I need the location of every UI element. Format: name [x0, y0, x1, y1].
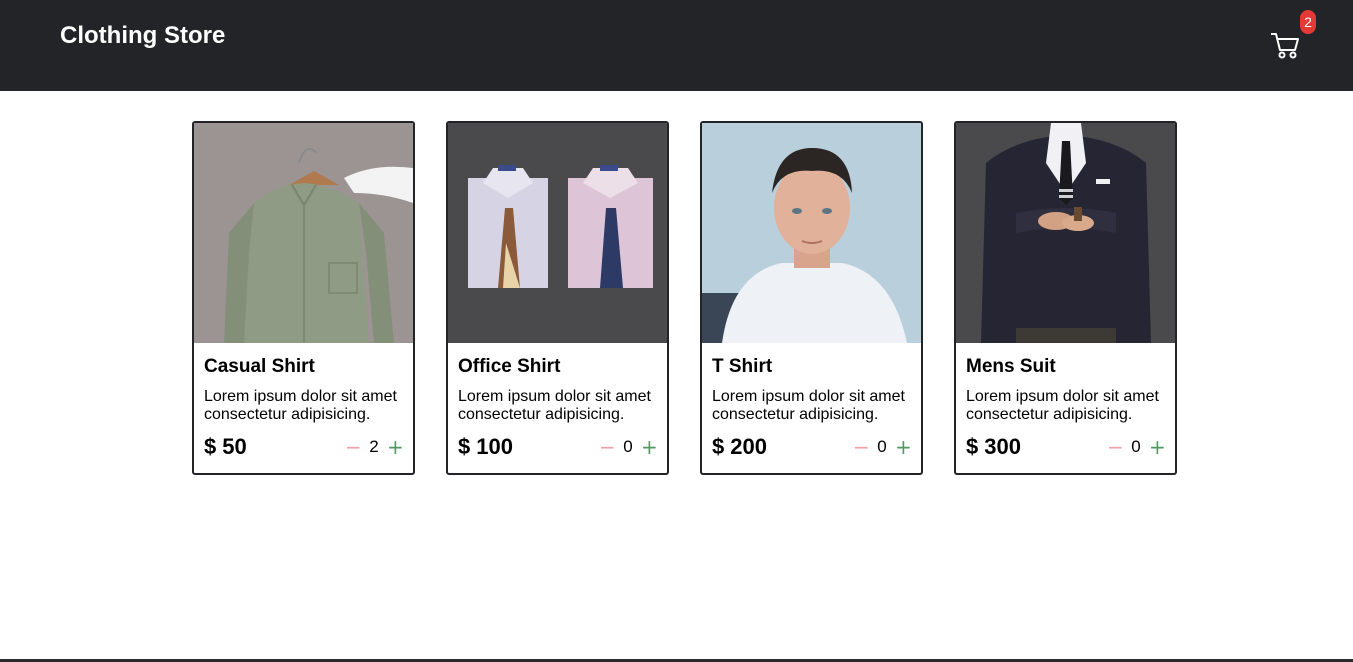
price-value: 300 — [984, 434, 1021, 459]
quantity-stepper: − 0 + — [853, 437, 912, 457]
product-name: Casual Shirt — [204, 356, 315, 377]
product-card: Office Shirt Lorem ipsum dolor sit amet … — [446, 121, 669, 475]
currency-symbol: $ — [966, 434, 979, 459]
navbar: Clothing Store 2 — [0, 0, 1353, 91]
product-image-mens-suit — [956, 123, 1175, 343]
cart-icon — [1271, 33, 1299, 59]
quantity-value: 0 — [623, 437, 633, 456]
quantity-stepper: − 2 + — [345, 437, 404, 457]
increase-quantity-button[interactable]: + — [387, 437, 404, 457]
brand-title[interactable]: Clothing Store — [60, 22, 225, 50]
increase-quantity-button[interactable]: + — [641, 437, 658, 457]
product-card: Mens Suit Lorem ipsum dolor sit amet con… — [954, 121, 1177, 475]
quantity-value: 2 — [369, 437, 379, 456]
product-name: Office Shirt — [458, 356, 561, 377]
product-name: Mens Suit — [966, 356, 1056, 377]
product-price: $100 — [458, 434, 513, 460]
price-value: 50 — [222, 434, 247, 459]
product-card: T Shirt Lorem ipsum dolor sit amet conse… — [700, 121, 923, 475]
product-description: Lorem ipsum dolor sit amet consectetur a… — [458, 388, 651, 423]
decrease-quantity-button[interactable]: − — [599, 437, 616, 457]
product-price: $200 — [712, 434, 767, 460]
product-price: $300 — [966, 434, 1021, 460]
decrease-quantity-button[interactable]: − — [1107, 437, 1124, 457]
product-name: T Shirt — [712, 356, 773, 377]
product-description: Lorem ipsum dolor sit amet consectetur a… — [204, 388, 397, 423]
price-value: 100 — [476, 434, 513, 459]
decrease-quantity-button[interactable]: − — [853, 437, 870, 457]
product-description: Lorem ipsum dolor sit amet consectetur a… — [966, 388, 1159, 423]
currency-symbol: $ — [204, 434, 217, 459]
currency-symbol: $ — [458, 434, 471, 459]
price-value: 200 — [730, 434, 767, 459]
quantity-value: 0 — [877, 437, 887, 456]
quantity-value: 0 — [1131, 437, 1141, 456]
increase-quantity-button[interactable]: + — [895, 437, 912, 457]
currency-symbol: $ — [712, 434, 725, 459]
product-price: $50 — [204, 434, 247, 460]
product-grid: Casual Shirt Lorem ipsum dolor sit amet … — [192, 121, 1177, 475]
product-card: Casual Shirt Lorem ipsum dolor sit amet … — [192, 121, 415, 475]
decrease-quantity-button[interactable]: − — [345, 437, 362, 457]
product-image-t-shirt — [702, 123, 921, 343]
cart-count-badge: 2 — [1300, 10, 1316, 34]
product-image-office-shirt — [448, 123, 667, 343]
cart-button[interactable] — [1268, 28, 1302, 62]
product-image-casual-shirt — [194, 123, 413, 343]
quantity-stepper: − 0 + — [599, 437, 658, 457]
increase-quantity-button[interactable]: + — [1149, 437, 1166, 457]
product-description: Lorem ipsum dolor sit amet consectetur a… — [712, 388, 905, 423]
quantity-stepper: − 0 + — [1107, 437, 1166, 457]
